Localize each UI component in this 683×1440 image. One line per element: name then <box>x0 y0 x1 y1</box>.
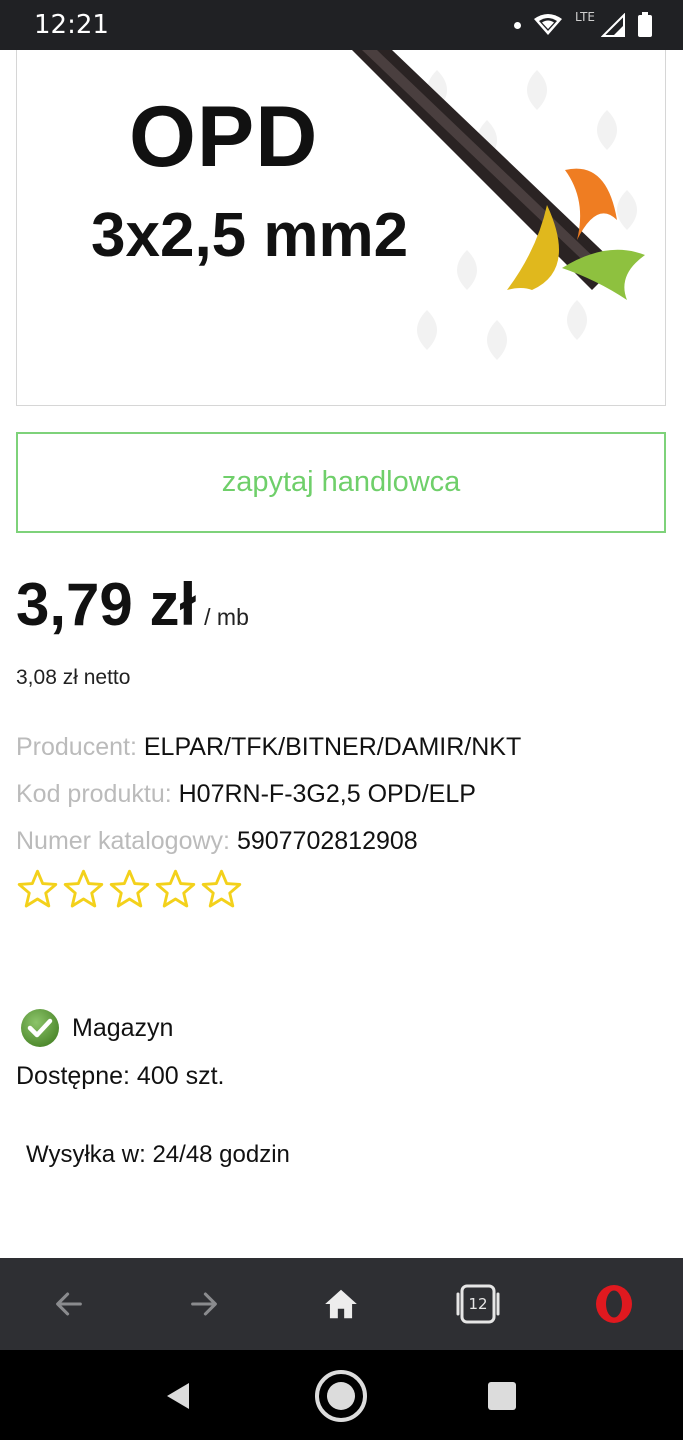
ask-salesperson-button[interactable]: zapytaj handlowca <box>16 432 666 533</box>
detail-value: ELPAR/TFK/BITNER/DAMIR/NKT <box>143 733 522 761</box>
detail-label: Kod produktu: <box>16 780 172 808</box>
nav-recents-icon <box>488 1382 516 1410</box>
tabs-button[interactable]: 12 <box>452 1278 504 1330</box>
wifi-icon <box>534 14 563 35</box>
opera-menu-icon <box>596 1285 632 1323</box>
price-gross: 3,79 zł <box>16 571 197 638</box>
nav-recents-button[interactable] <box>474 1368 530 1424</box>
stock-row: Magazyn <box>20 1008 173 1048</box>
system-nav-bar <box>0 1350 683 1440</box>
detail-producer: Producent: ELPAR/TFK/BITNER/DAMIR/NKT <box>16 733 521 762</box>
price-row: 3,79 zł / mb <box>16 570 249 639</box>
network-type: LTE <box>575 10 595 24</box>
opera-menu-button[interactable] <box>588 1278 640 1330</box>
price-unit: / mb <box>204 604 249 630</box>
star-icon[interactable] <box>154 868 197 911</box>
detail-product-code: Kod produktu: H07RN-F-3G2,5 OPD/ELP <box>16 780 476 809</box>
home-button[interactable] <box>315 1278 367 1330</box>
star-icon[interactable] <box>108 868 151 911</box>
star-icon[interactable] <box>62 868 105 911</box>
nav-home-icon <box>315 1370 367 1422</box>
back-arrow-icon <box>56 1292 82 1316</box>
star-icon[interactable] <box>16 868 59 911</box>
nav-back-button[interactable] <box>150 1368 206 1424</box>
status-icons: LTE <box>514 10 653 38</box>
product-image[interactable]: OPD 3x2,5 mm2 <box>16 50 666 406</box>
browser-toolbar: 12 <box>0 1258 683 1350</box>
warehouse-label: Magazyn <box>72 1013 174 1042</box>
signal-icon <box>601 13 625 37</box>
price-net: 3,08 zł netto <box>16 666 131 689</box>
check-icon <box>21 1009 59 1047</box>
detail-label: Numer katalogowy: <box>16 827 230 855</box>
detail-catalog-number: Numer katalogowy: 5907702812908 <box>16 827 418 856</box>
nav-home-button[interactable] <box>313 1368 369 1424</box>
status-bar: 12:21 LTE <box>0 0 683 50</box>
star-icon[interactable] <box>200 868 243 911</box>
home-icon <box>325 1289 357 1319</box>
forward-arrow-icon <box>191 1292 217 1316</box>
detail-label: Producent: <box>16 733 137 761</box>
shipping-time-text: Wysyłka w: 24/48 godzin <box>26 1141 290 1168</box>
notification-dot-icon <box>514 21 522 29</box>
image-subtitle: 3x2,5 mm2 <box>91 201 409 270</box>
availability-text: Dostępne: 400 szt. <box>16 1062 225 1090</box>
nav-back-icon <box>167 1383 189 1409</box>
back-button[interactable] <box>43 1278 95 1330</box>
status-time: 12:21 <box>34 10 109 40</box>
tab-count: 12 <box>468 1295 488 1313</box>
detail-value: H07RN-F-3G2,5 OPD/ELP <box>178 780 476 808</box>
forward-button[interactable] <box>178 1278 230 1330</box>
battery-icon <box>638 12 652 37</box>
rating-stars[interactable] <box>16 868 243 911</box>
image-title: OPD <box>129 89 319 185</box>
detail-value: 5907702812908 <box>236 827 418 855</box>
